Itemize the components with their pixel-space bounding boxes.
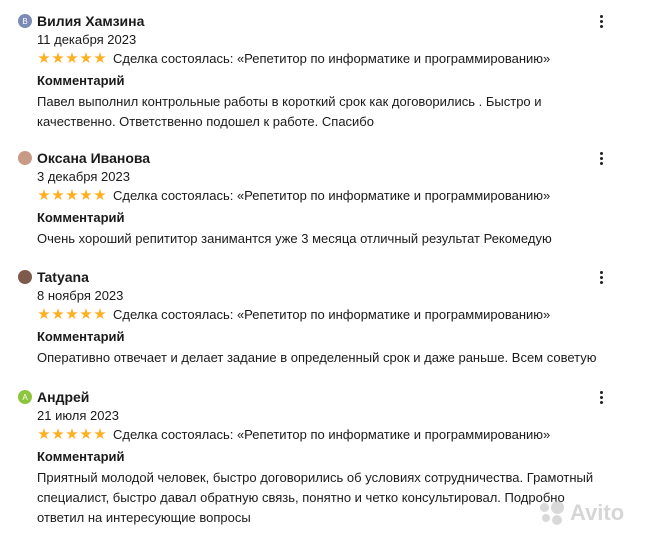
- reviewer-name[interactable]: Андрей: [37, 389, 89, 405]
- comment-text: Очень хороший репититор занимантся уже 3…: [37, 231, 552, 246]
- deal-title: «Репетитор по информатике и программиров…: [236, 427, 551, 442]
- avatar[interactable]: [18, 151, 32, 165]
- comment-label: Комментарий: [37, 73, 125, 88]
- star-icon: ★: [65, 187, 79, 204]
- reviewer-name[interactable]: Вилия Хамзина: [37, 13, 144, 29]
- review-header: Оксана Иванова: [18, 147, 150, 169]
- comment-label: Комментарий: [37, 449, 125, 464]
- review-header: Tatyana: [18, 266, 89, 288]
- review-date: 8 ноября 2023: [37, 288, 124, 303]
- rating-stars: ★ ★ ★ ★ ★: [37, 427, 107, 442]
- avatar[interactable]: А: [18, 390, 32, 404]
- deal-prefix: Сделка состоялась:: [113, 188, 234, 203]
- rating-stars: ★ ★ ★ ★ ★: [37, 51, 107, 66]
- star-icon: ★: [79, 187, 93, 204]
- star-icon: ★: [37, 426, 51, 443]
- star-icon: ★: [93, 50, 107, 67]
- star-icon: ★: [93, 426, 107, 443]
- reviewer-name[interactable]: Оксана Иванова: [37, 150, 150, 166]
- review-header: А Андрей: [18, 386, 89, 408]
- star-icon: ★: [65, 426, 79, 443]
- review-date: 21 июля 2023: [37, 408, 119, 423]
- star-icon: ★: [37, 187, 51, 204]
- deal-prefix: Сделка состоялась:: [113, 307, 234, 322]
- watermark-text: Avito: [570, 500, 625, 525]
- deal-line: ★ ★ ★ ★ ★ Сделка состоялась: «Репетитор по и…: [37, 188, 550, 203]
- avito-watermark: Avito: [540, 500, 624, 526]
- star-icon: ★: [51, 426, 65, 443]
- more-options-icon[interactable]: [594, 149, 608, 167]
- rating-stars: ★ ★ ★ ★ ★: [37, 307, 107, 322]
- more-options-icon[interactable]: [594, 388, 608, 406]
- rating-stars: ★ ★ ★ ★ ★: [37, 188, 107, 203]
- comment-label: Комментарий: [37, 329, 125, 344]
- more-options-icon[interactable]: [594, 268, 608, 286]
- deal-line: ★ ★ ★ ★ ★ Сделка состоялась: «Репетитор по и…: [37, 51, 550, 66]
- comment-text: Павел выполнил контрольные работы в коро…: [37, 94, 542, 129]
- deal-title: «Репетитор по информатике и программиров…: [236, 307, 551, 322]
- deal-prefix: Сделка состоялась:: [113, 427, 234, 442]
- star-icon: ★: [37, 50, 51, 67]
- review-date: 3 декабря 2023: [37, 169, 130, 184]
- star-icon: ★: [51, 306, 65, 323]
- comment-label: Комментарий: [37, 210, 125, 225]
- star-icon: ★: [37, 306, 51, 323]
- star-icon: ★: [65, 306, 79, 323]
- deal-prefix: Сделка состоялась:: [113, 51, 234, 66]
- reviewer-name[interactable]: Tatyana: [37, 269, 89, 285]
- star-icon: ★: [51, 187, 65, 204]
- avatar[interactable]: [18, 270, 32, 284]
- deal-line: ★ ★ ★ ★ ★ Сделка состоялась: «Репетитор по и…: [37, 307, 550, 322]
- avito-logo-icon: [540, 501, 566, 525]
- star-icon: ★: [93, 187, 107, 204]
- review-date: 11 декабря 2023: [37, 32, 137, 47]
- avatar[interactable]: В: [18, 14, 32, 28]
- review-header: В Вилия Хамзина: [18, 10, 144, 32]
- star-icon: ★: [79, 306, 93, 323]
- deal-title: «Репетитор по информатике и программиров…: [236, 188, 551, 203]
- star-icon: ★: [79, 426, 93, 443]
- star-icon: ★: [65, 50, 79, 67]
- star-icon: ★: [79, 50, 93, 67]
- comment-text: Приятный молодой человек, быстро договор…: [37, 470, 594, 525]
- more-options-icon[interactable]: [594, 12, 608, 30]
- deal-title: «Репетитор по информатике и программиров…: [236, 51, 551, 66]
- star-icon: ★: [51, 50, 65, 67]
- comment-text: Оперативно отвечает и делает задание в о…: [37, 350, 597, 365]
- star-icon: ★: [93, 306, 107, 323]
- deal-line: ★ ★ ★ ★ ★ Сделка состоялась: «Репетитор по и…: [37, 427, 550, 442]
